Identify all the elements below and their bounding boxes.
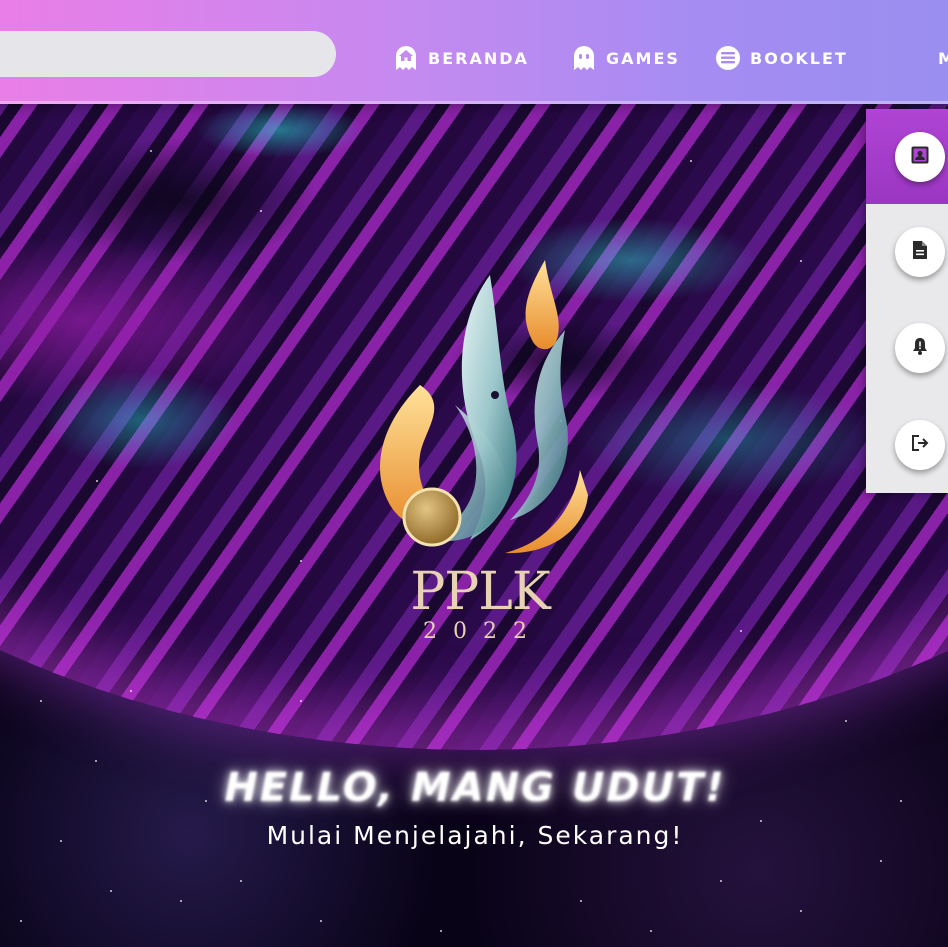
pplk-logo (360, 255, 600, 555)
side-panel (866, 109, 948, 493)
nav-item-more[interactable]: M (938, 44, 948, 72)
search-input[interactable] (0, 31, 336, 77)
flame-emblem-icon (380, 260, 588, 554)
nav-label-booklet: BOOKLET (750, 48, 848, 68)
greeting-subtitle: Mulai Menjelajahi, Sekarang! (266, 821, 684, 850)
document-icon (911, 240, 929, 264)
nav-label-more: M (938, 48, 948, 68)
nav-label-games: GAMES (606, 48, 680, 68)
nav-item-beranda[interactable]: BERANDA (392, 44, 529, 72)
bell-icon (911, 336, 929, 360)
document-button[interactable] (895, 227, 945, 277)
notification-button[interactable] (895, 323, 945, 373)
logo-year: 2022 (423, 619, 543, 644)
nav-item-booklet[interactable]: BOOKLET (714, 44, 848, 72)
top-navbar: BERANDA GAMES BOOKLET M (0, 0, 948, 104)
logout-icon (910, 433, 930, 457)
nav-item-games[interactable]: GAMES (570, 44, 680, 72)
home-ghost-icon (392, 44, 420, 72)
ghost-icon (570, 44, 598, 72)
profile-card-icon (910, 145, 930, 169)
booklet-icon (714, 44, 742, 72)
logout-button[interactable] (895, 420, 945, 470)
logo-wordmark: PPLK (410, 562, 550, 622)
nav-label-beranda: BERANDA (428, 48, 529, 68)
profile-button[interactable] (895, 132, 945, 182)
greeting-heading: HELLO, MANG UDUT! (224, 765, 726, 811)
